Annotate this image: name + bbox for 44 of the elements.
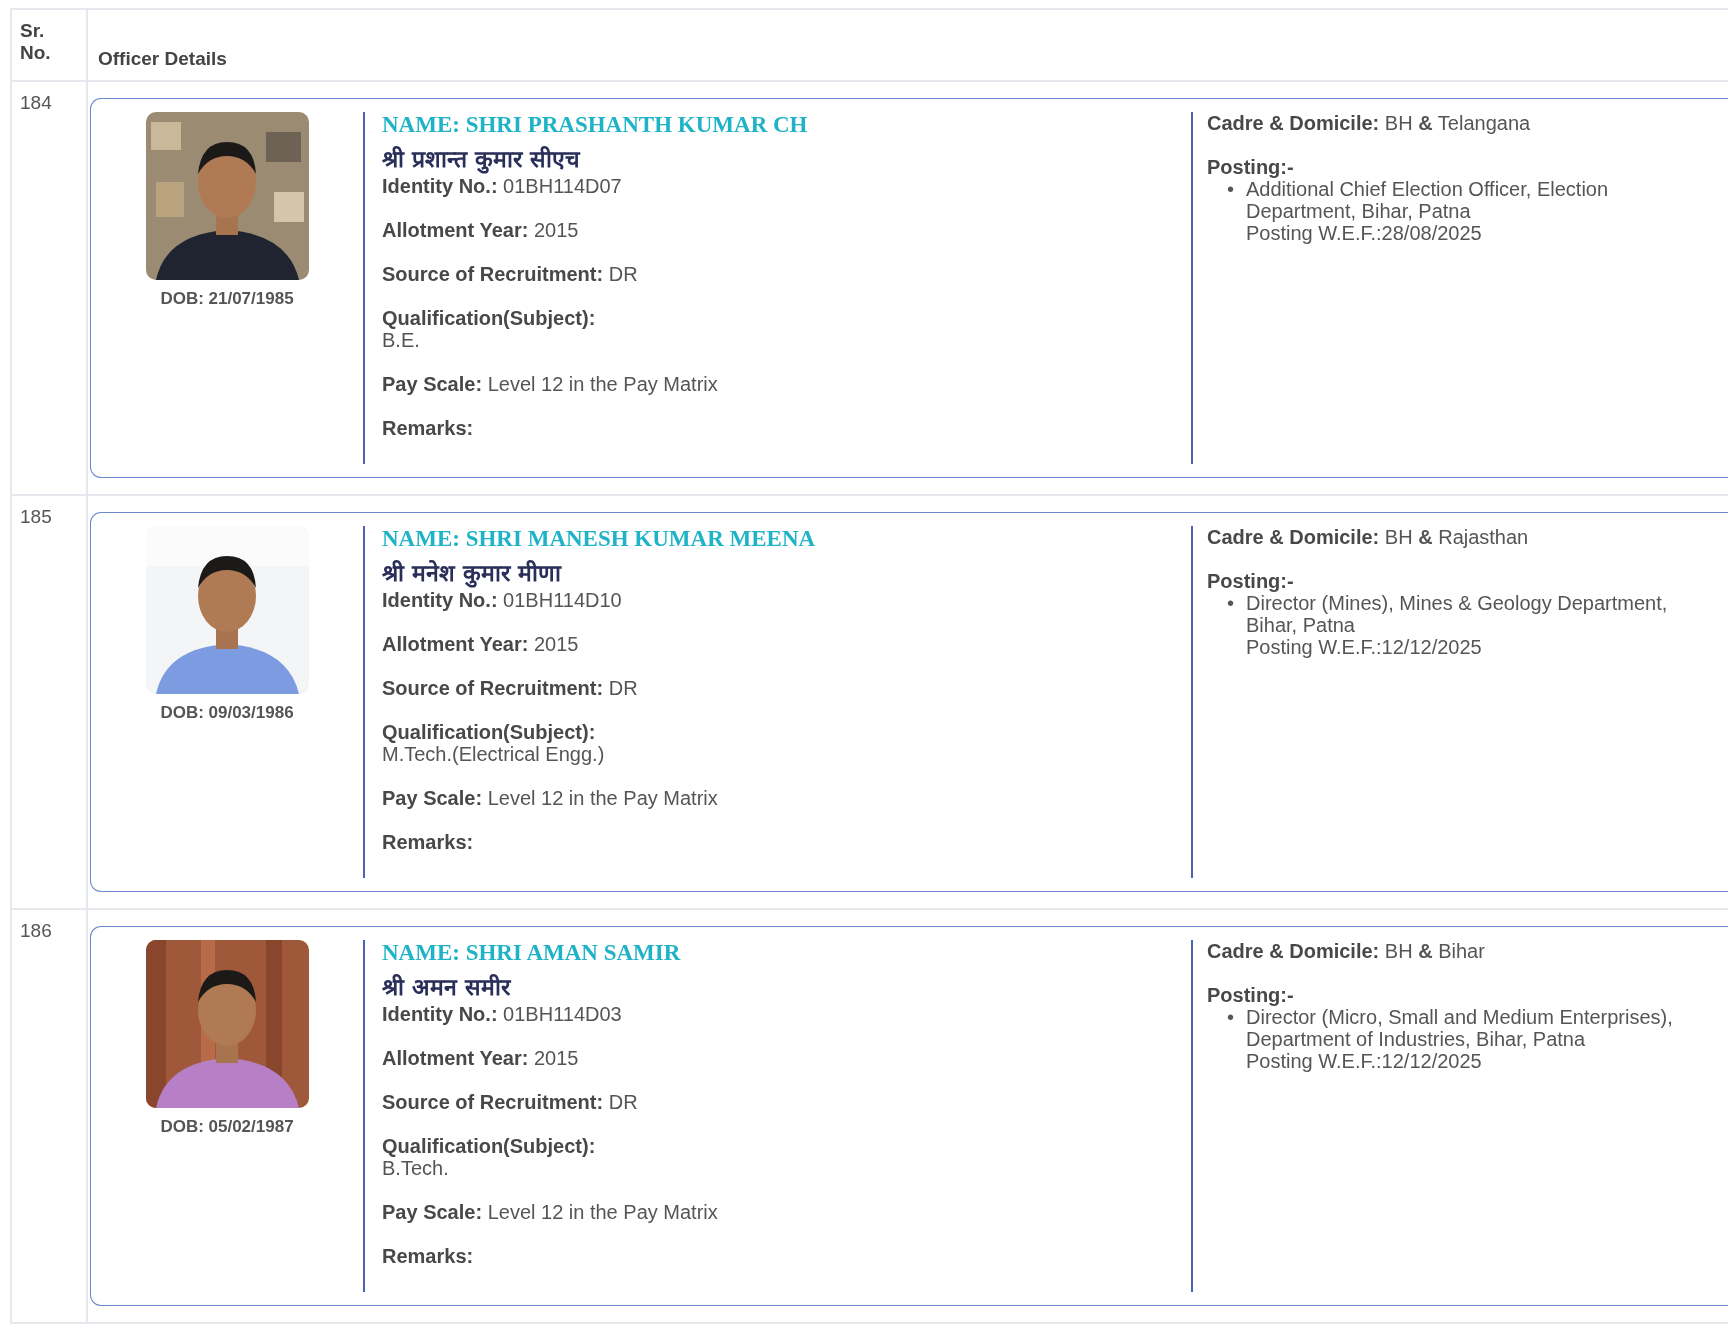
serial-number: 186 (20, 920, 52, 941)
posting-item: Additional Chief Election Officer, Election Department, Bihar, Patna Posting W.E.F.:28/08/2025 (1246, 178, 1610, 244)
detail-line: Source of Recruitment: DR (382, 677, 639, 699)
column-header: Officer Details (98, 48, 227, 70)
detail-line: Source of Recruitment: DR (382, 1091, 639, 1113)
detail-line: Remarks: (382, 831, 475, 853)
detail-line: Source of Recruitment: DR (382, 263, 639, 285)
detail-line: Qualification(Subject): B.Tech. (382, 1135, 597, 1179)
bullet: • (1227, 178, 1234, 202)
detail-line: Remarks: (382, 1245, 475, 1267)
cadre-domicile: Cadre & Domicile: BH & Rajasthan (1207, 526, 1530, 548)
date-of-birth: DOB: 09/03/1986 (160, 703, 294, 723)
bullet: • (1227, 592, 1234, 616)
detail-line: Qualification(Subject): M.Tech.(Electrical Engg.) (382, 721, 606, 765)
bullet: • (1227, 1006, 1234, 1030)
detail-line: Pay Scale: Level 12 in the Pay Matrix (382, 1201, 719, 1223)
serial-number: 185 (20, 506, 52, 527)
cadre-domicile: Cadre & Domicile: BH & Telangana (1207, 112, 1532, 134)
officer-name-hindi: श्री मनेश कुमार मीणा (382, 558, 563, 589)
detail-line: Identity No.: 01BH114D10 (382, 589, 623, 611)
detail-line: Allotment Year: 2015 (382, 1047, 580, 1069)
detail-line: Qualification(Subject): B.E. (382, 307, 597, 351)
date-of-birth: DOB: 05/02/1987 (160, 1117, 294, 1137)
cadre-domicile: Cadre & Domicile: BH & Bihar (1207, 940, 1486, 962)
officer-name: NAME: SHRI MANESH KUMAR MEENA (382, 526, 817, 552)
detail-line: Pay Scale: Level 12 in the Pay Matrix (382, 373, 719, 395)
column-header: Sr. No. (20, 20, 51, 64)
detail-line: Identity No.: 01BH114D07 (382, 175, 623, 197)
officer-name-hindi: श्री अमन समीर (382, 972, 513, 1002)
detail-line: Allotment Year: 2015 (382, 633, 580, 655)
posting-item: Director (Micro, Small and Medium Enterprises), Department of Industries, Bihar, Patna Posting W.E.F.:12/12/2025 (1246, 1006, 1674, 1072)
date-of-birth: DOB: 21/07/1985 (160, 289, 294, 309)
detail-line: Pay Scale: Level 12 in the Pay Matrix (382, 787, 719, 809)
detail-line: Remarks: (382, 417, 475, 439)
officer-name-hindi: श्री प्रशान्त कुमार सीएच (382, 144, 582, 175)
serial-number: 184 (20, 92, 52, 113)
officer-name: NAME: SHRI PRASHANTH KUMAR CH (382, 112, 809, 138)
detail-line: Allotment Year: 2015 (382, 219, 580, 241)
detail-line: Identity No.: 01BH114D03 (382, 1003, 623, 1025)
posting-label: Posting:- (1207, 570, 1295, 592)
posting-label: Posting:- (1207, 984, 1295, 1006)
posting-label: Posting:- (1207, 156, 1295, 178)
officer-name: NAME: SHRI AMAN SAMIR (382, 940, 682, 966)
posting-item: Director (Mines), Mines & Geology Department, Bihar, Patna Posting W.E.F.:12/12/2025 (1246, 592, 1669, 658)
